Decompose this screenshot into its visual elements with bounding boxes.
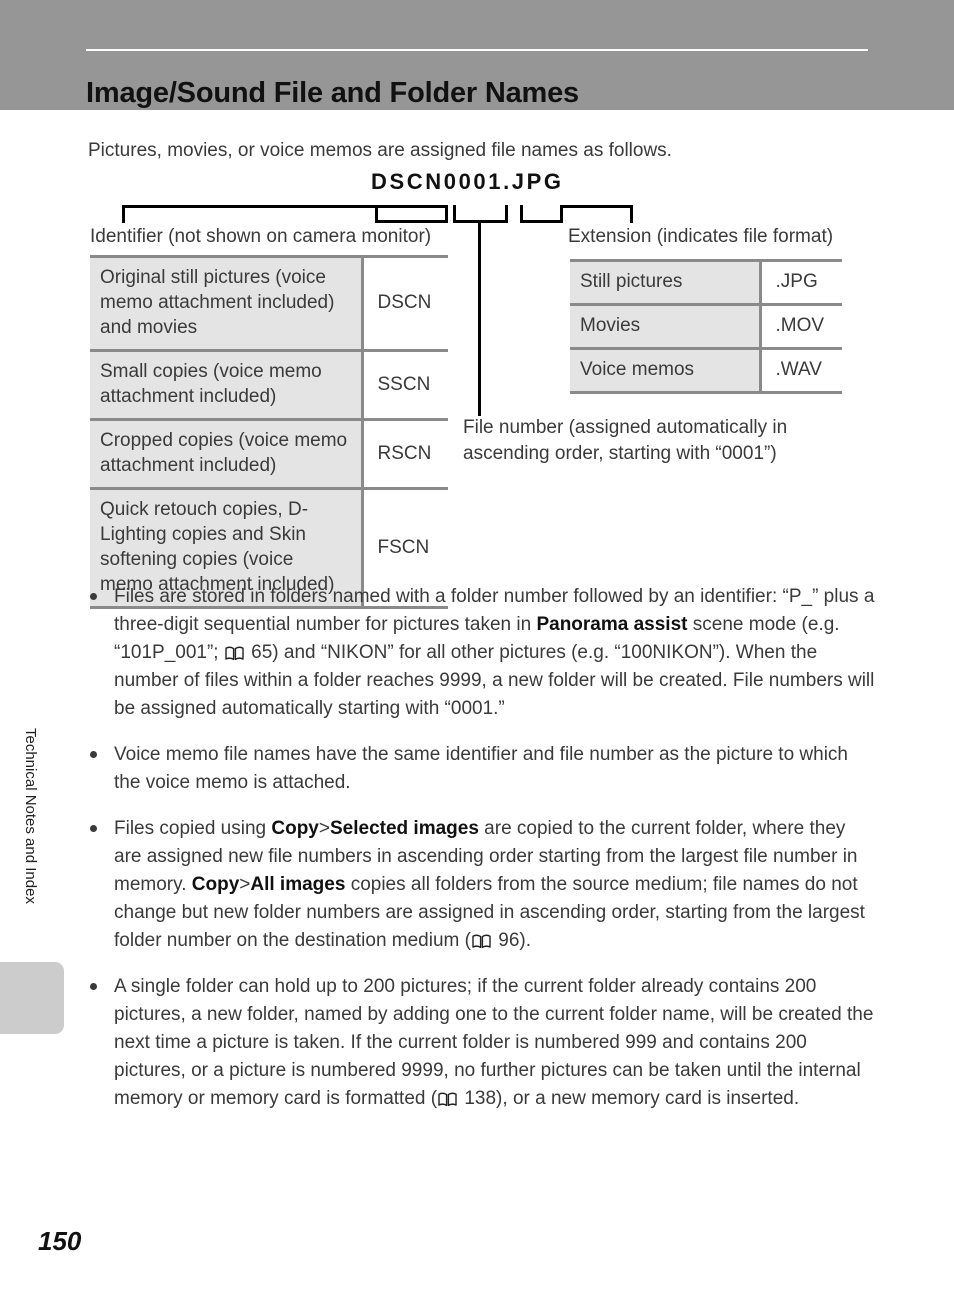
identifier-description: Small copies (voice memo attachment incl… — [90, 349, 364, 421]
filenumber-bracket-drop — [478, 220, 481, 416]
table-row: Cropped copies (voice memo attachment in… — [90, 418, 448, 490]
body-text: > — [239, 874, 251, 895]
identifier-code: DSCN — [362, 255, 448, 352]
extension-code: .MOV — [760, 303, 842, 350]
table-row: Small copies (voice memo attachment incl… — [90, 349, 448, 421]
body-text: 138), or a new memory card is inserted. — [459, 1088, 800, 1109]
table-row: Voice memos .WAV — [570, 347, 842, 394]
emphasis-text: Copy — [191, 874, 240, 895]
emphasis-text: Panorama assist — [536, 614, 688, 635]
extension-table: Still pictures .JPG Movies .MOV Voice me… — [570, 259, 842, 394]
table-row: Movies .MOV — [570, 303, 842, 350]
extension-bracket-drop — [630, 205, 633, 223]
chapter-tab — [0, 962, 64, 1034]
table-row: Still pictures .JPG — [570, 259, 842, 306]
emphasis-text: Selected images — [329, 818, 479, 839]
list-item: Files copied using Copy>Selected images … — [86, 815, 876, 955]
emphasis-text: Copy — [271, 818, 319, 839]
identifier-bracket-left-leg — [122, 205, 125, 223]
list-item: Files are stored in folders named with a… — [86, 583, 876, 723]
identifier-bracket-span-rule — [375, 220, 448, 223]
page-title: Image/Sound File and Folder Names — [86, 77, 579, 110]
identifier-description: Original still pictures (voice memo atta… — [90, 255, 364, 352]
body-text: > — [318, 818, 330, 839]
table-row: Original still pictures (voice memo atta… — [90, 255, 448, 352]
identifier-code: SSCN — [362, 349, 448, 421]
list-item: Voice memo file names have the same iden… — [86, 741, 876, 797]
notes-bullet-list: Files are stored in folders named with a… — [86, 583, 876, 1131]
intro-paragraph: Pictures, movies, or voice memos are ass… — [88, 140, 672, 161]
extension-description: Still pictures — [570, 259, 762, 306]
extension-bracket-span-rule — [520, 220, 563, 223]
identifier-bracket-top — [122, 205, 448, 208]
extension-bracket-run — [560, 205, 633, 208]
extension-code: .JPG — [760, 259, 842, 306]
filenumber-caption: File number (assigned automatically in a… — [463, 417, 788, 464]
emphasis-text: All images — [250, 874, 346, 895]
page-number: 150 — [38, 1226, 82, 1256]
filename-sample: DSCN0001.JPG — [371, 169, 564, 194]
extension-caption: Extension (indicates file format) — [568, 226, 834, 247]
list-item: A single folder can hold up to 200 pictu… — [86, 973, 876, 1113]
extension-code: .WAV — [760, 347, 842, 394]
book-icon — [472, 930, 491, 949]
extension-description: Voice memos — [570, 347, 762, 394]
bullet-dot-icon — [90, 593, 97, 600]
identifier-code: RSCN — [362, 418, 448, 490]
body-text: 96). — [492, 930, 532, 951]
body-text: Voice memo file names have the same iden… — [114, 744, 848, 793]
book-icon — [225, 642, 244, 661]
bullet-dot-icon — [90, 983, 97, 990]
header-divider-rule — [86, 49, 868, 51]
body-text: Files copied using — [114, 818, 272, 839]
identifier-description: Cropped copies (voice memo attachment in… — [90, 418, 364, 490]
bullet-dot-icon — [90, 825, 97, 832]
extension-table-body: Still pictures .JPG Movies .MOV Voice me… — [570, 259, 842, 394]
identifier-caption: Identifier (not shown on camera monitor) — [90, 226, 432, 247]
chapter-tab-label: Technical Notes and Index — [22, 728, 39, 904]
book-icon — [438, 1088, 457, 1107]
bullet-dot-icon — [90, 751, 97, 758]
identifier-table: Original still pictures (voice memo atta… — [90, 255, 448, 609]
identifier-table-body: Original still pictures (voice memo atta… — [90, 255, 448, 609]
extension-description: Movies — [570, 303, 762, 350]
